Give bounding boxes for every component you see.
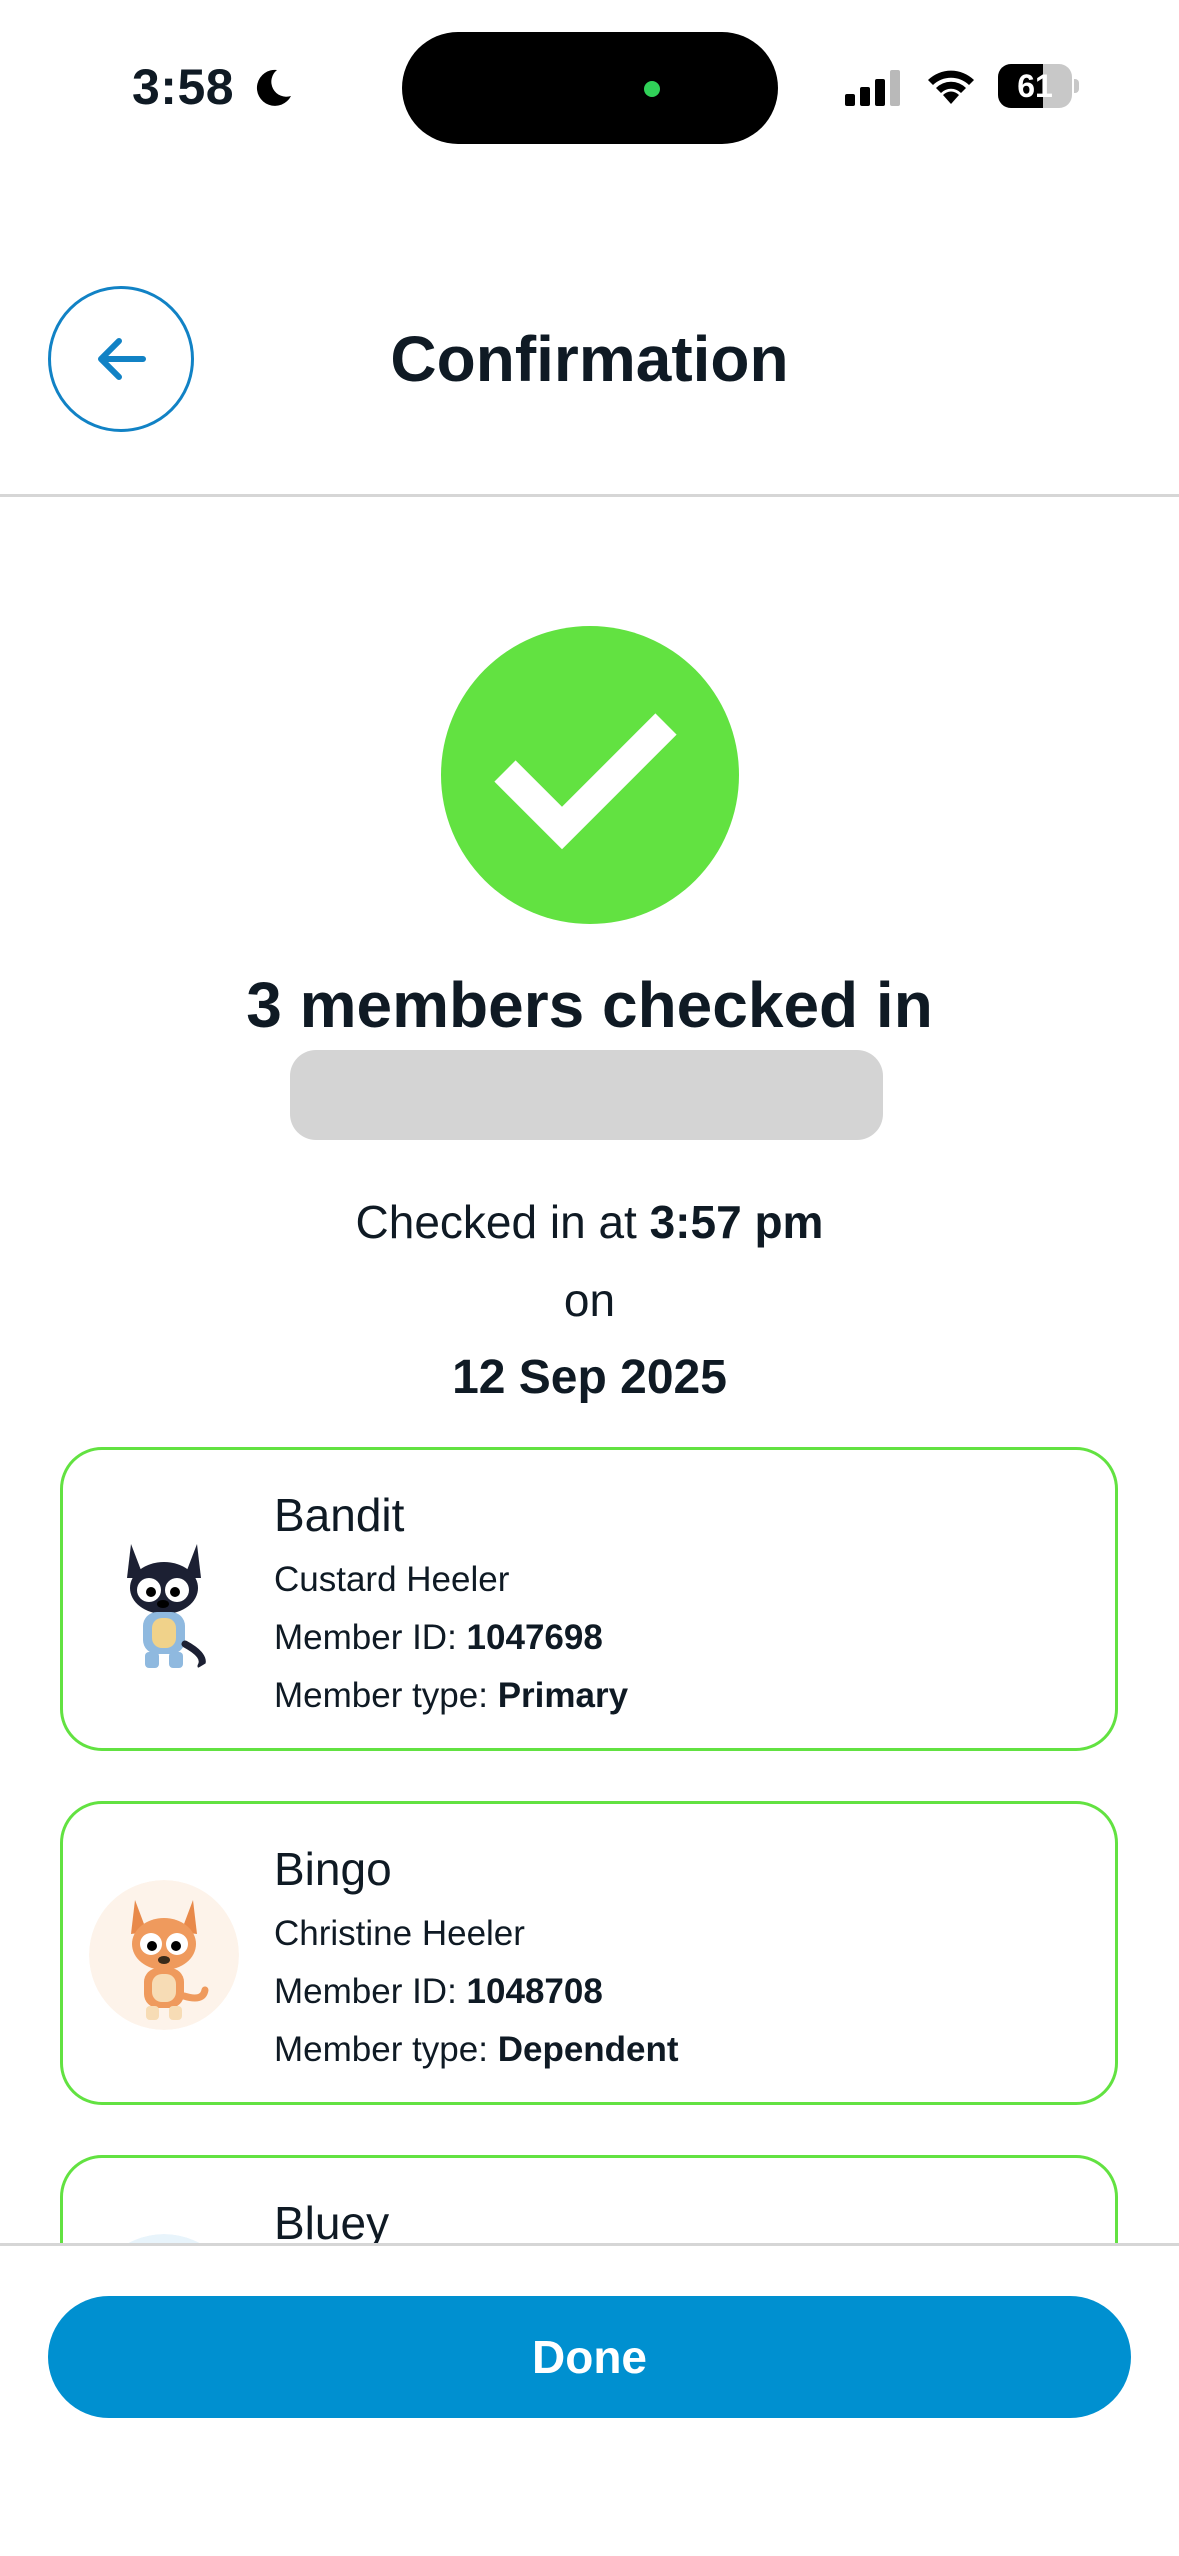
member-id-label: Member ID: [274, 1972, 457, 2011]
redacted-location [290, 1050, 883, 1140]
member-type-line: Member type: Primary [274, 1676, 628, 1716]
wifi-icon [928, 70, 974, 104]
member-full-name: Christine Heeler [274, 1914, 525, 1953]
member-id-line: Member ID: 1047698 [274, 1618, 603, 1658]
done-button[interactable]: Done [48, 2296, 1131, 2418]
checkmark-icon [494, 713, 677, 850]
cellular-signal-icon [845, 70, 900, 106]
success-badge [441, 626, 739, 924]
moon-icon [256, 69, 291, 106]
checkin-date: 12 Sep 2025 [452, 1351, 727, 1404]
member-id-value: 1048708 [466, 1972, 603, 2011]
member-type-label: Member type: [274, 2030, 488, 2069]
member-card[interactable]: Bluey [60, 2155, 1118, 2243]
checkin-time: 3:57 pm [649, 1196, 824, 1248]
camera-indicator-icon [644, 81, 660, 97]
member-type-value: Dependent [497, 2030, 679, 2069]
member-full-name: Custard Heeler [274, 1560, 510, 1599]
member-card[interactable]: Bingo Christine Heeler Member ID: 104870… [60, 1801, 1118, 2105]
on-label: on [563, 1274, 616, 1326]
footer-divider [0, 2243, 1179, 2246]
member-list[interactable]: Bandit Custard Heeler Member ID: 1047698… [0, 1440, 1179, 2243]
member-id-line: Member ID: 1048708 [274, 1972, 603, 2012]
member-type-line: Member type: Dependent [274, 2030, 679, 2070]
checkin-time-line: Checked in at 3:57 pm [0, 1195, 1179, 1249]
blue-heeler-pup-avatar [128, 2234, 200, 2243]
member-card[interactable]: Bandit Custard Heeler Member ID: 1047698… [60, 1447, 1118, 1751]
checkin-headline: 3 members checked in [246, 969, 933, 1041]
member-type-value: Primary [497, 1676, 629, 1715]
status-time: 3:58 [132, 59, 235, 115]
member-type-label: Member type: [274, 1676, 488, 1715]
battery-icon: 61 [998, 64, 1079, 108]
blue-heeler-dad-avatar [127, 1544, 206, 1670]
member-name: Bandit [274, 1489, 405, 1541]
dynamic-island [402, 32, 778, 144]
member-name: Bingo [274, 1843, 392, 1895]
page-title: Confirmation [390, 323, 789, 395]
member-id-label: Member ID: [274, 1618, 457, 1657]
header-divider [0, 494, 1179, 497]
checkin-prefix: Checked in at [355, 1196, 637, 1248]
red-heeler-pup-avatar [89, 1880, 239, 2030]
member-name: Bluey [274, 2197, 390, 2243]
battery-level: 61 [1017, 68, 1053, 104]
member-id-value: 1047698 [466, 1618, 603, 1657]
